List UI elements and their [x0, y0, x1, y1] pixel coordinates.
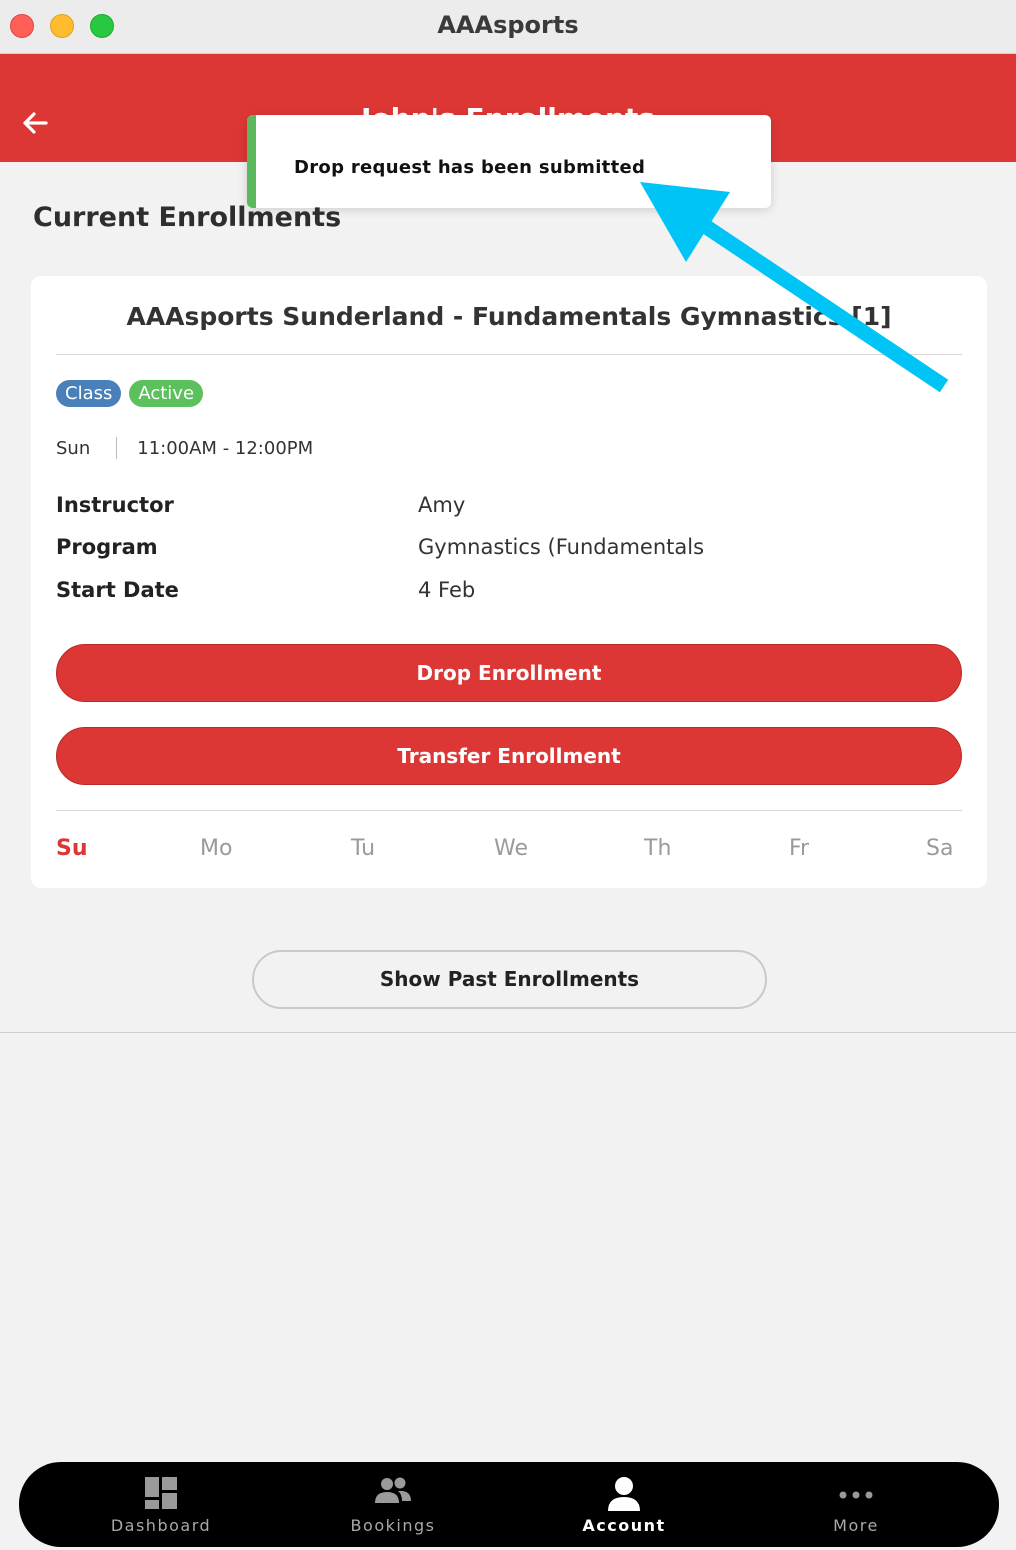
- nav-label: More: [833, 1516, 879, 1535]
- more-icon: [839, 1491, 873, 1499]
- badge-group: Class Active: [56, 380, 204, 407]
- toast-accent-bar: [247, 115, 256, 208]
- nav-item-bookings[interactable]: Bookings: [293, 1462, 493, 1547]
- weekday-we: We: [494, 836, 528, 861]
- class-badge: Class: [56, 380, 122, 407]
- window-title: AAAsports: [437, 11, 579, 39]
- nav-item-more[interactable]: More: [756, 1462, 956, 1547]
- dashboard-icon: [145, 1477, 177, 1509]
- weekday-th: Th: [644, 836, 672, 861]
- nav-label: Bookings: [350, 1516, 436, 1535]
- show-past-enrollments-button[interactable]: Show Past Enrollments: [252, 950, 767, 1009]
- nav-item-account[interactable]: Account: [524, 1462, 724, 1547]
- nav-label: Account: [582, 1516, 666, 1535]
- window-titlebar: AAAsports: [0, 0, 1016, 54]
- detail-label: Instructor: [56, 493, 174, 517]
- schedule-time: 11:00AM - 12:00PM: [137, 437, 314, 459]
- weekday-sa: Sa: [926, 836, 954, 861]
- detail-value: Gymnastics (Fundamentals: [418, 535, 705, 559]
- content-divider: [0, 1032, 1016, 1033]
- annotation-arrow-icon: [640, 182, 949, 393]
- drop-enrollment-button[interactable]: Drop Enrollment: [56, 644, 962, 702]
- detail-label: Program: [56, 535, 158, 559]
- weekday-fr: Fr: [789, 836, 810, 861]
- detail-label: Start Date: [56, 578, 179, 602]
- schedule-separator: [116, 437, 118, 459]
- section-title: Current Enrollments: [33, 202, 342, 233]
- transfer-enrollment-button[interactable]: Transfer Enrollment: [56, 727, 962, 785]
- detail-value: Amy: [418, 493, 466, 517]
- status-badge: Active: [129, 380, 204, 407]
- bottom-nav: Dashboard Bookings Account More: [19, 1462, 999, 1547]
- weekday-mo: Mo: [200, 836, 233, 861]
- weekday-tu: Tu: [351, 836, 376, 861]
- nav-label: Dashboard: [110, 1516, 212, 1535]
- schedule-day: Sun: [56, 437, 91, 459]
- toast-message: Drop request has been submitted: [294, 157, 646, 178]
- divider: [56, 810, 962, 811]
- people-icon: [375, 1477, 411, 1503]
- weekday-su: Su: [56, 836, 88, 861]
- detail-value: 4 Feb: [418, 578, 476, 602]
- weekday-strip: Su Mo Tu We Th Fr Sa: [56, 836, 962, 866]
- person-icon: [608, 1477, 640, 1511]
- schedule: Sun 11:00AM - 12:00PM: [56, 437, 313, 459]
- nav-item-dashboard[interactable]: Dashboard: [61, 1462, 261, 1547]
